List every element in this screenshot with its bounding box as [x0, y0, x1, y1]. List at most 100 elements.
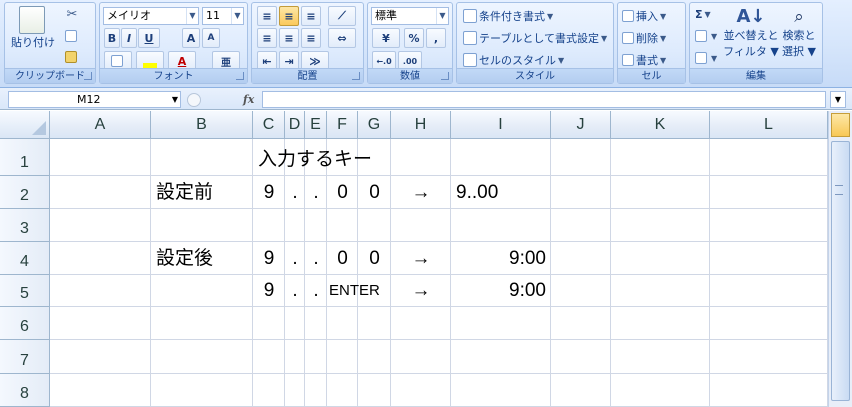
- row-header-2[interactable]: 2: [0, 176, 50, 209]
- column-header-i[interactable]: I: [451, 111, 551, 139]
- font-dialog-launcher[interactable]: [236, 72, 244, 80]
- currency-button[interactable]: ¥: [372, 28, 400, 48]
- row-header-7[interactable]: 7: [0, 340, 50, 374]
- chevron-down-icon: ▼: [601, 33, 608, 43]
- font-name-select[interactable]: メイリオ ▼: [103, 7, 199, 25]
- cell-b4[interactable]: 設定後: [156, 249, 213, 269]
- name-box[interactable]: M12 ▼: [8, 91, 181, 108]
- cell-h4[interactable]: →: [391, 249, 451, 269]
- comma-style-button[interactable]: ,: [426, 28, 446, 48]
- align-bottom-button[interactable]: ≡: [301, 6, 321, 26]
- worksheet-grid[interactable]: ABCDEFGHIJKL 12345678 入力するキー 設定前 9.. 0 0 → 9..…: [0, 111, 828, 407]
- column-header-e[interactable]: E: [305, 111, 327, 139]
- cell-d2[interactable]: .: [285, 183, 305, 203]
- expand-formula-bar-button[interactable]: ▼: [830, 91, 846, 108]
- cell-c4[interactable]: 9: [253, 249, 285, 269]
- orientation-button[interactable]: ⟋: [328, 6, 356, 26]
- align-middle-button[interactable]: ≡: [279, 6, 299, 26]
- clear-button[interactable]: ▼: [695, 52, 717, 64]
- conditional-formatting-button[interactable]: 条件付き書式 ▼: [463, 8, 553, 24]
- formula-input[interactable]: [262, 91, 826, 108]
- percent-button[interactable]: %: [404, 28, 424, 48]
- cell-e2[interactable]: .: [305, 183, 327, 203]
- underline-button[interactable]: U: [138, 28, 160, 48]
- italic-button[interactable]: I: [121, 28, 137, 48]
- vertical-scrollbar[interactable]: [828, 111, 852, 407]
- column-header-c[interactable]: C: [253, 111, 285, 139]
- formula-cancel-icon[interactable]: [187, 92, 201, 107]
- row-header-3[interactable]: 3: [0, 209, 50, 242]
- row-header-4[interactable]: 4: [0, 242, 50, 275]
- autosum-button[interactable]: Σ ▼: [695, 8, 711, 21]
- clipboard-dialog-launcher[interactable]: [84, 72, 92, 80]
- binoculars-icon: ⌕: [794, 7, 804, 27]
- align-left-button[interactable]: ≡: [257, 28, 277, 48]
- alignment-dialog-launcher[interactable]: [352, 72, 360, 80]
- column-header-d[interactable]: D: [285, 111, 305, 139]
- cell-i4[interactable]: 9:00: [451, 249, 546, 269]
- chevron-down-icon: ▼: [171, 95, 178, 104]
- column-header-g[interactable]: G: [358, 111, 391, 139]
- align-right-button[interactable]: ≡: [301, 28, 321, 48]
- split-box[interactable]: [831, 113, 850, 137]
- gridline-vertical: [284, 139, 285, 407]
- cell-c5[interactable]: 9: [253, 281, 285, 301]
- column-header-l[interactable]: L: [710, 111, 828, 139]
- number-format-select[interactable]: 標準 ▼: [371, 7, 449, 25]
- cell-c1[interactable]: 入力するキー: [258, 150, 372, 170]
- column-header-j[interactable]: J: [551, 111, 611, 139]
- fill-button[interactable]: ▼: [695, 30, 717, 42]
- cell-f2[interactable]: 0: [327, 183, 358, 203]
- font-size-select[interactable]: 11 ▼: [202, 7, 244, 25]
- paste-button[interactable]: 貼り付け: [9, 6, 57, 50]
- find-select-button[interactable]: ⌕ 検索と 選択 ▼: [778, 7, 820, 59]
- cell-i5[interactable]: 9:00: [451, 281, 546, 301]
- cell-g4[interactable]: 0: [358, 249, 391, 269]
- cell-b2[interactable]: 設定前: [156, 183, 213, 203]
- align-center-button[interactable]: ≡: [279, 28, 299, 48]
- format-button[interactable]: 書式 ▼: [622, 52, 666, 68]
- cell-e5[interactable]: .: [305, 281, 327, 301]
- row-header-6[interactable]: 6: [0, 307, 50, 340]
- column-header-k[interactable]: K: [611, 111, 710, 139]
- column-header-f[interactable]: F: [327, 111, 358, 139]
- select-all-button[interactable]: [0, 111, 50, 139]
- bold-button[interactable]: B: [104, 28, 120, 48]
- cell-i2[interactable]: 9..00: [456, 183, 498, 203]
- align-top-button[interactable]: ≡: [257, 6, 277, 26]
- delete-button[interactable]: 削除 ▼: [622, 30, 666, 46]
- border-icon: [111, 55, 123, 67]
- scroll-thumb[interactable]: [831, 141, 850, 401]
- merge-center-button[interactable]: ⇔: [328, 28, 356, 48]
- grow-font-button[interactable]: A: [182, 28, 200, 48]
- number-dialog-launcher[interactable]: [441, 72, 449, 80]
- column-header-b[interactable]: B: [151, 111, 253, 139]
- format-as-table-button[interactable]: テーブルとして書式設定 ▼: [463, 30, 607, 46]
- cell-g2[interactable]: 0: [358, 183, 391, 203]
- cell-d4[interactable]: .: [285, 249, 305, 269]
- insert-function-icon[interactable]: fx: [243, 93, 254, 106]
- cell-d5[interactable]: .: [285, 281, 305, 301]
- row-header-1[interactable]: 1: [0, 139, 50, 176]
- column-header-h[interactable]: H: [391, 111, 451, 139]
- cell-styles-button[interactable]: セルのスタイル ▼: [463, 52, 564, 68]
- cell-e4[interactable]: .: [305, 249, 327, 269]
- cell-h5[interactable]: →: [391, 281, 451, 301]
- cell-h2[interactable]: →: [391, 183, 451, 203]
- chevron-down-icon: ▼: [436, 8, 448, 24]
- row-header-8[interactable]: 8: [0, 374, 50, 407]
- sort-filter-button[interactable]: A↓ 並べ替えと フィルタ ▼: [723, 7, 779, 59]
- chevron-down-icon: ▼: [231, 8, 243, 24]
- cell-f4[interactable]: 0: [327, 249, 358, 269]
- shrink-font-button[interactable]: A: [202, 28, 220, 48]
- row-header-5[interactable]: 5: [0, 275, 50, 307]
- cell-f5[interactable]: ENTER: [329, 281, 380, 301]
- font-name-value: メイリオ: [107, 9, 151, 22]
- copy-button[interactable]: [65, 30, 79, 42]
- cut-button[interactable]: ✂: [65, 7, 81, 22]
- insert-button[interactable]: 挿入 ▼: [622, 8, 666, 24]
- cell-c2[interactable]: 9: [253, 183, 285, 203]
- column-header-a[interactable]: A: [50, 111, 151, 139]
- sort-filter-label-1: 並べ替えと: [723, 29, 779, 42]
- format-painter-button[interactable]: [65, 51, 79, 63]
